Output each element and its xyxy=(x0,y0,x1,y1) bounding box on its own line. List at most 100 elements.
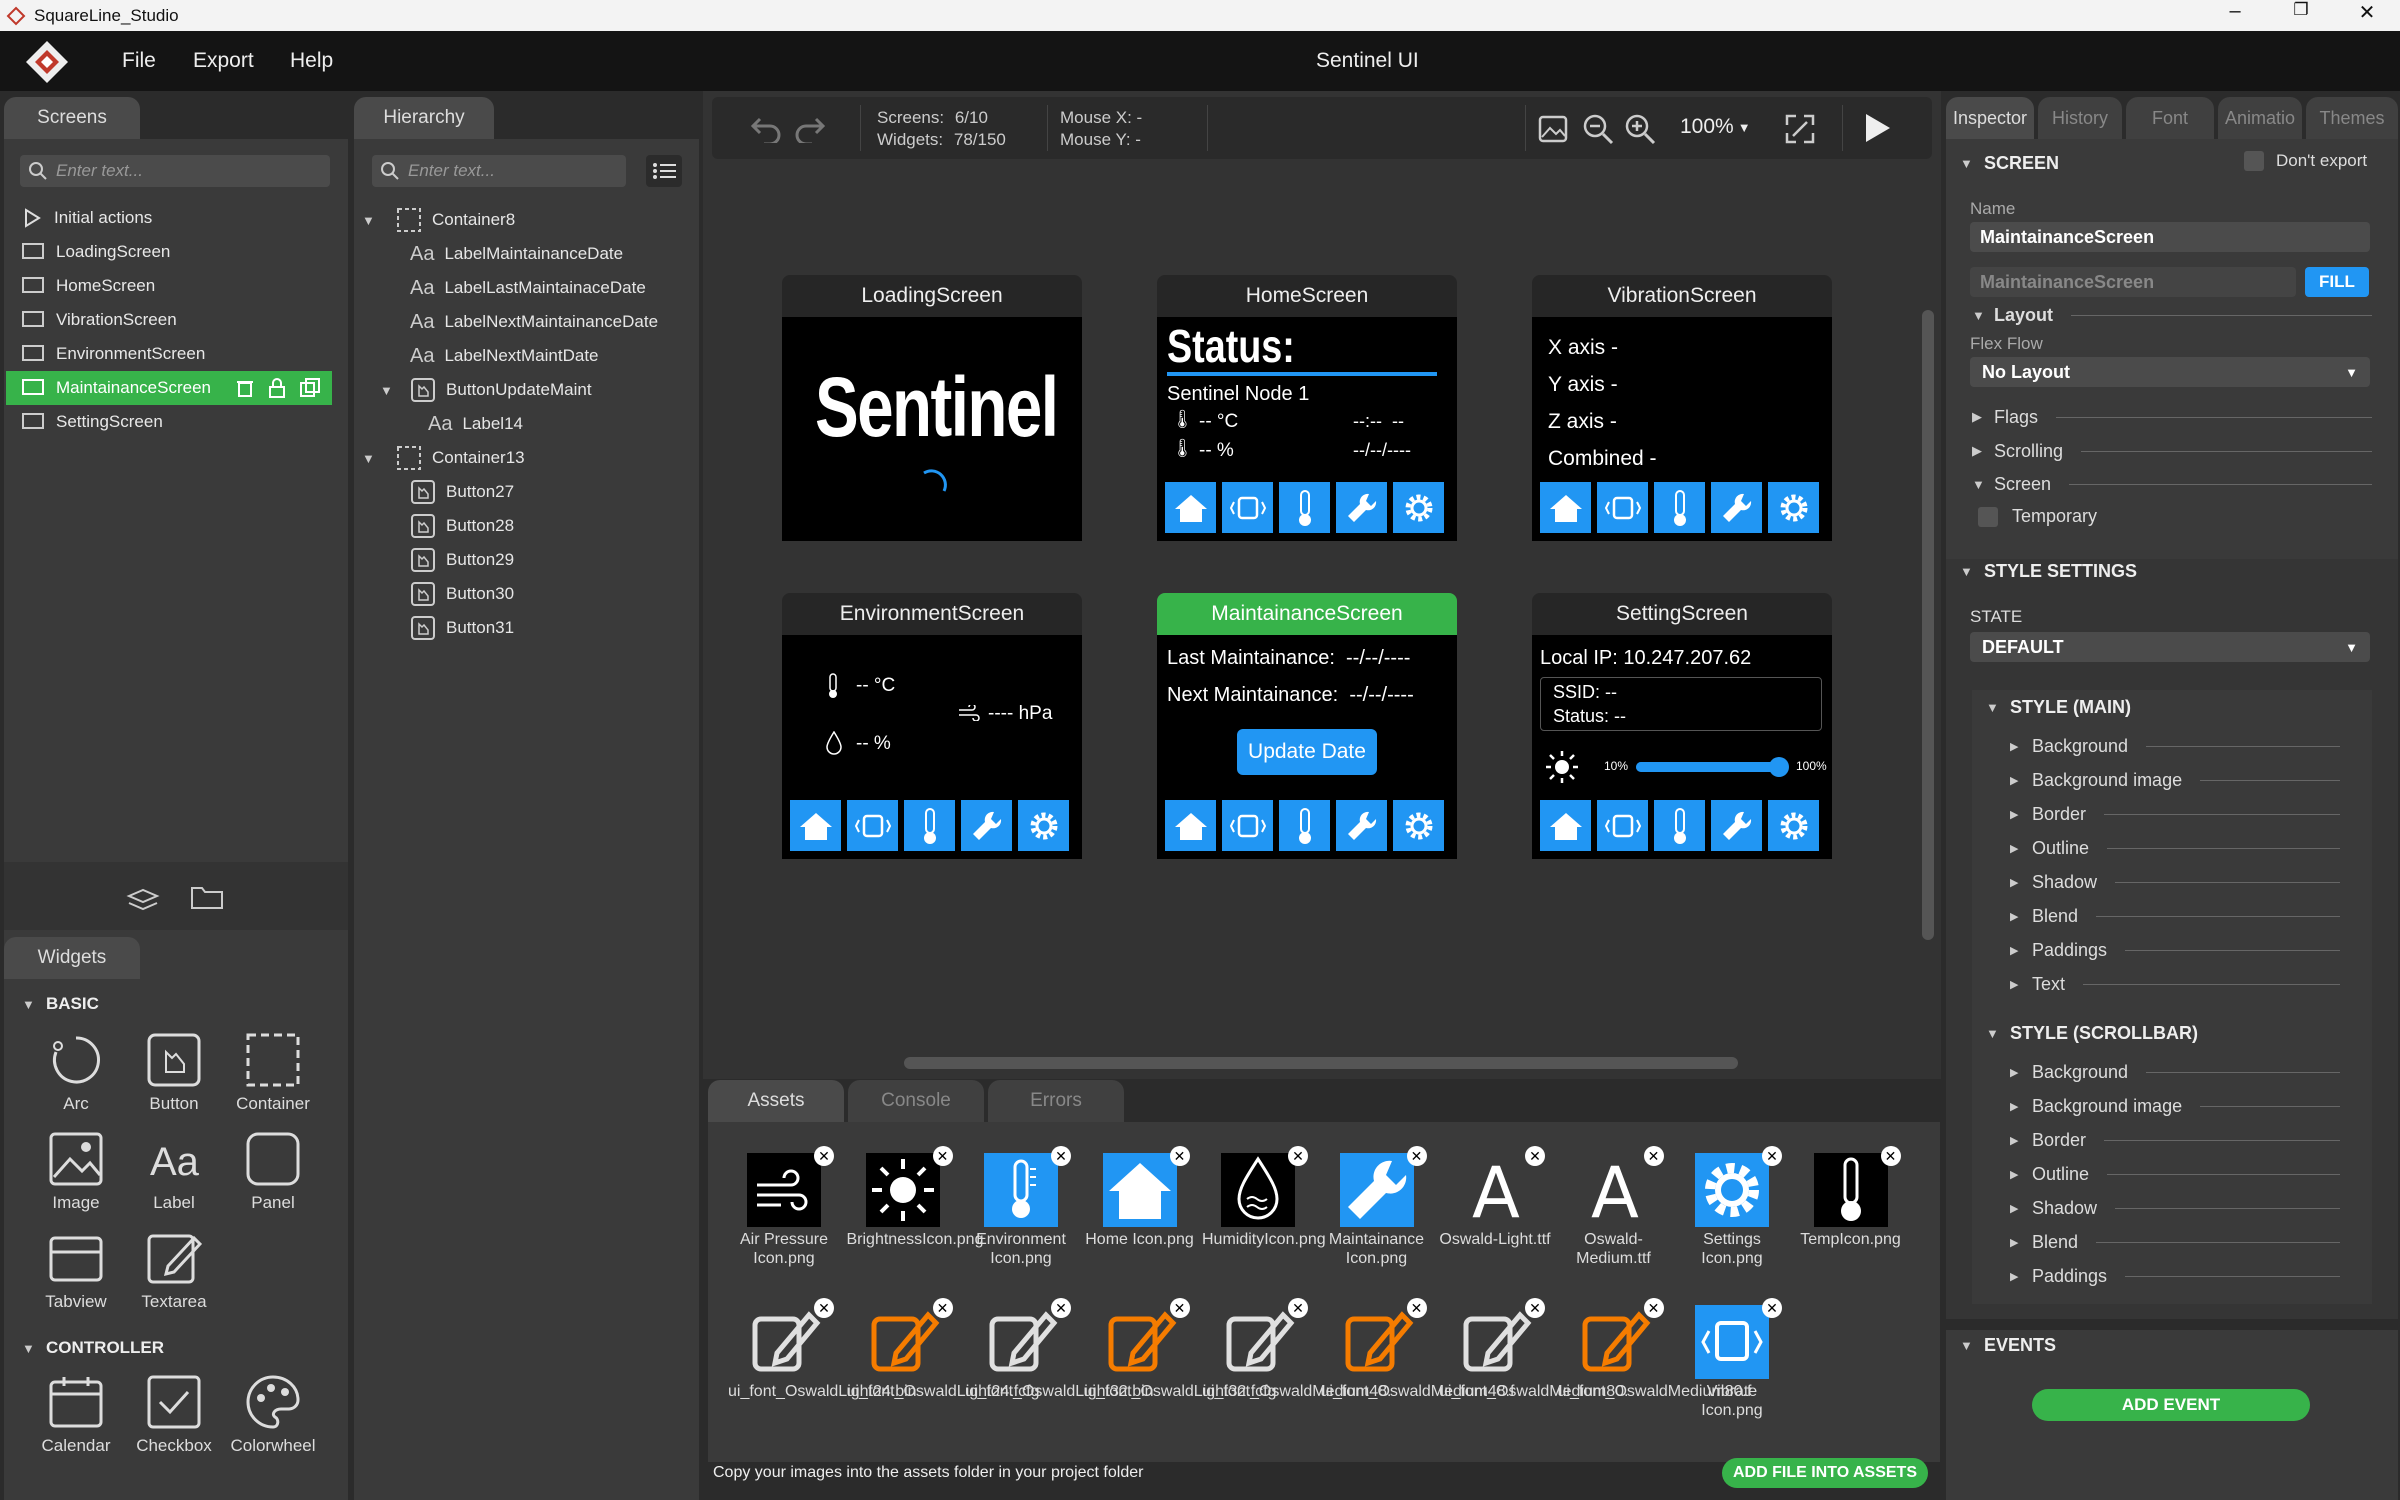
tab-errors[interactable]: Errors xyxy=(988,1080,1124,1122)
nav-settings-button[interactable] xyxy=(1393,482,1444,533)
tab-hierarchy[interactable]: Hierarchy xyxy=(354,97,494,139)
nav-maintainance-button[interactable] xyxy=(961,800,1012,851)
variable-name-input[interactable]: MaintainanceScreen xyxy=(1970,267,2296,297)
section-style-scrollbar[interactable]: ▼ STYLE (SCROLLBAR) xyxy=(1972,1018,2400,1048)
background-image-icon[interactable] xyxy=(1538,115,1568,143)
remove-icon[interactable]: ✕ xyxy=(1288,1146,1308,1166)
nav-settings-button[interactable] xyxy=(1393,800,1444,851)
folder-icon[interactable] xyxy=(190,884,224,910)
screen-item-loading[interactable]: LoadingScreen xyxy=(6,235,332,269)
screen-preview-vibration[interactable]: VibrationScreen X axis - Y axis - Z axis… xyxy=(1532,275,1832,541)
flex-flow-select[interactable]: No Layout ▼ xyxy=(1970,357,2370,387)
remove-icon[interactable]: ✕ xyxy=(1169,1146,1190,1166)
asset-item[interactable]: ✕ ui_font_OswaldLight32.bin xyxy=(965,1298,1154,1401)
asset-item[interactable]: ✕ ui_font_OswaldMedium48.f xyxy=(1321,1298,1514,1401)
layout-expander[interactable]: ▼ Layout xyxy=(1972,300,2372,330)
style-scrollbar-prop-background-image[interactable]: ▶ Background image xyxy=(2010,1091,2340,1121)
play-icon[interactable] xyxy=(1860,111,1894,145)
asset-item[interactable]: ✕ Air Pressure Icon.png xyxy=(728,1146,840,1268)
remove-icon[interactable]: ✕ xyxy=(1406,1298,1427,1318)
tree-label-next-maintainance-date[interactable]: Aa LabelNextMaintainanceDate xyxy=(410,305,658,339)
nav-maintainance-button[interactable] xyxy=(1336,800,1387,851)
section-style-main[interactable]: ▼ STYLE (MAIN) xyxy=(1972,692,2400,722)
screens-search-input[interactable]: Enter text... xyxy=(20,155,330,187)
widget-arc[interactable]: Arc xyxy=(26,1032,126,1114)
nav-environment-button[interactable] xyxy=(1279,800,1330,851)
tree-button29[interactable]: Button29 xyxy=(410,543,514,577)
style-main-prop-outline[interactable]: ▶ Outline xyxy=(2010,833,2340,863)
asset-item[interactable]: ✕ Home Icon.png xyxy=(1084,1146,1196,1249)
update-date-button[interactable]: Update Date xyxy=(1237,729,1377,775)
screen-item-vibration[interactable]: VibrationScreen xyxy=(6,303,332,337)
asset-item[interactable]: ✕ Maintainance Icon.png xyxy=(1321,1146,1433,1268)
widget-textarea[interactable]: Textarea xyxy=(124,1230,224,1312)
nav-vibrate-button[interactable] xyxy=(847,800,898,851)
asset-item[interactable]: ✕ ui_font_OswaldLight24.fcfg xyxy=(847,1298,1040,1401)
asset-item[interactable]: ✕ Environment Icon.png xyxy=(965,1146,1077,1268)
widget-container[interactable]: Container xyxy=(223,1032,323,1114)
remove-icon[interactable]: ✕ xyxy=(1288,1298,1308,1318)
style-main-prop-text[interactable]: ▶ Text xyxy=(2010,969,2340,999)
screen-preview-home[interactable]: HomeScreen Status: Sentinel Node 1 🌡 -- … xyxy=(1157,275,1457,541)
name-input[interactable]: MaintainanceScreen xyxy=(1970,222,2370,252)
remove-icon[interactable]: ✕ xyxy=(1762,1146,1782,1166)
style-main-prop-border[interactable]: ▶ Border xyxy=(2010,799,2340,829)
asset-item[interactable]: ✕ TempIcon.png xyxy=(1795,1146,1907,1249)
widget-button[interactable]: Button xyxy=(124,1032,224,1114)
zoom-out-icon[interactable] xyxy=(1582,113,1614,145)
tab-inspector[interactable]: Inspector xyxy=(1946,97,2034,139)
delete-icon[interactable] xyxy=(236,378,254,398)
tab-console[interactable]: Console xyxy=(848,1080,984,1122)
temporary-checkbox[interactable]: Temporary xyxy=(1978,506,2097,527)
nav-home-button[interactable] xyxy=(1165,800,1216,851)
remove-icon[interactable]: ✕ xyxy=(1169,1298,1190,1318)
tree-label14[interactable]: Aa Label14 xyxy=(428,407,523,441)
menu-export[interactable]: Export xyxy=(193,49,254,73)
nav-settings-button[interactable] xyxy=(1768,800,1819,851)
style-scrollbar-prop-background[interactable]: ▶ Background xyxy=(2010,1057,2340,1087)
tree-button30[interactable]: Button30 xyxy=(410,577,514,611)
asset-item[interactable]: ✕ ui_font_OswaldMedium80. xyxy=(1439,1298,1628,1401)
state-select[interactable]: DEFAULT ▼ xyxy=(1970,632,2370,662)
nav-home-button[interactable] xyxy=(1540,482,1591,533)
remove-icon[interactable]: ✕ xyxy=(1762,1298,1782,1318)
remove-icon[interactable]: ✕ xyxy=(814,1298,834,1318)
nav-maintainance-button[interactable] xyxy=(1711,482,1762,533)
canvas-horizontal-scrollbar[interactable] xyxy=(904,1057,1738,1069)
flags-expander[interactable]: ▶ Flags xyxy=(1972,402,2372,432)
tree-button31[interactable]: Button31 xyxy=(410,611,514,645)
remove-icon[interactable]: ✕ xyxy=(1525,1146,1545,1166)
dont-export-checkbox[interactable]: Don't export xyxy=(2244,151,2367,171)
brightness-slider[interactable] xyxy=(1636,757,1789,777)
screen-preview-environment[interactable]: EnvironmentScreen -- °C -- % ---- hPa xyxy=(782,593,1082,859)
brightness-slider-knob[interactable] xyxy=(1768,757,1789,777)
nav-environment-button[interactable] xyxy=(904,800,955,851)
nav-maintainance-button[interactable] xyxy=(1711,800,1762,851)
style-scrollbar-prop-paddings[interactable]: ▶ Paddings xyxy=(2010,1261,2340,1291)
tree-button27[interactable]: Button27 xyxy=(410,475,514,509)
screen-item-environment[interactable]: EnvironmentScreen xyxy=(6,337,332,371)
canvas-vertical-scrollbar[interactable] xyxy=(1922,310,1934,940)
nav-vibrate-button[interactable] xyxy=(1597,482,1648,533)
screen-preview-setting[interactable]: SettingScreen Local IP: 10.247.207.62 SS… xyxy=(1532,593,1832,859)
duplicate-icon[interactable] xyxy=(300,378,320,398)
list-view-button[interactable] xyxy=(646,155,682,187)
tree-button28[interactable]: Button28 xyxy=(410,509,514,543)
asset-item[interactable]: ✕ Settings Icon.png xyxy=(1676,1146,1788,1268)
remove-icon[interactable]: ✕ xyxy=(1643,1146,1664,1166)
style-main-prop-shadow[interactable]: ▶ Shadow xyxy=(2010,867,2340,897)
nav-environment-button[interactable] xyxy=(1654,800,1705,851)
fit-screen-icon[interactable] xyxy=(1784,113,1816,145)
asset-item[interactable]: ✕ ui_font_OswaldMedium48. xyxy=(1202,1298,1391,1401)
remove-icon[interactable]: ✕ xyxy=(1051,1298,1071,1318)
widget-calendar[interactable]: Calendar xyxy=(26,1374,126,1456)
remove-icon[interactable]: ✕ xyxy=(932,1146,953,1166)
tab-screens[interactable]: Screens xyxy=(4,97,140,139)
lock-icon[interactable] xyxy=(268,378,286,398)
tree-label-next-maint-date[interactable]: Aa LabelNextMaintDate xyxy=(410,339,599,373)
nav-home-button[interactable] xyxy=(790,800,841,851)
screen-preview-loading[interactable]: LoadingScreen Sentinel xyxy=(782,275,1082,541)
asset-item[interactable]: ✕ ui_font_OswaldLight32.fcfg xyxy=(1084,1298,1277,1401)
section-style-settings[interactable]: ▼ STYLE SETTINGS xyxy=(1946,556,2400,586)
screen-expander[interactable]: ▼ Screen xyxy=(1972,469,2372,499)
